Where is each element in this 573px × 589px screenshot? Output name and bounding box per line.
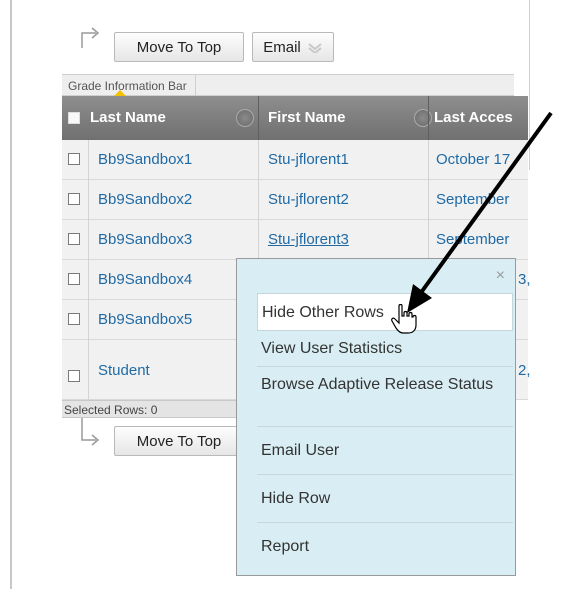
close-icon[interactable]: ×	[496, 267, 505, 285]
last-name-link[interactable]: Bb9Sandbox5	[98, 300, 192, 340]
table-row: Bb9Sandbox1 Stu-jflorent1 October 17	[62, 140, 528, 180]
column-header-last-access[interactable]: Last Acces	[434, 96, 513, 140]
sort-options-icon[interactable]	[236, 109, 254, 127]
first-name-link[interactable]: Stu-jflorent2	[268, 180, 349, 220]
row-checkbox[interactable]	[68, 313, 80, 325]
row-context-menu: × Hide Other Rows View User Statistics B…	[236, 258, 516, 576]
last-access-cell: September	[436, 231, 510, 248]
move-to-top-label: Move To Top	[136, 38, 222, 56]
last-access-cell: October 17	[436, 151, 511, 168]
last-access-cell: 2,	[518, 362, 531, 379]
last-access-cell: September	[436, 191, 510, 208]
first-name-link[interactable]: Stu-jflorent1	[268, 140, 349, 180]
last-name-link[interactable]: Bb9Sandbox4	[98, 260, 192, 300]
last-name-link[interactable]: Bb9Sandbox3	[98, 220, 192, 260]
row-checkbox[interactable]	[68, 233, 80, 245]
return-arrow-icon	[81, 418, 100, 446]
last-name-link[interactable]: Bb9Sandbox2	[98, 180, 192, 220]
menu-item-hide-row[interactable]: Hide Row	[257, 475, 513, 523]
menu-item-view-user-statistics[interactable]: View User Statistics	[257, 331, 513, 367]
hand-cursor-icon	[391, 304, 417, 334]
table-header: Last Name First Name Last Acces	[62, 96, 528, 140]
last-name-link[interactable]: Bb9Sandbox1	[98, 140, 192, 180]
grade-information-bar: Grade Information Bar	[62, 74, 514, 97]
first-name-link[interactable]: Stu-jflorent3	[268, 220, 349, 260]
select-all-checkbox[interactable]	[68, 112, 80, 124]
email-menu-button[interactable]: Email	[252, 32, 334, 62]
last-name-link[interactable]: Student	[98, 340, 150, 400]
menu-item-browse-adaptive-release-status[interactable]: Browse Adaptive Release Status	[257, 367, 513, 427]
column-divider	[258, 96, 259, 140]
move-to-top-button[interactable]: Move To Top	[114, 32, 244, 62]
return-arrow-icon	[81, 27, 100, 48]
menu-item-report[interactable]: Report	[257, 523, 513, 571]
table-row: Bb9Sandbox2 Stu-jflorent2 September	[62, 180, 528, 220]
move-to-top-button-bottom[interactable]: Move To Top	[114, 426, 244, 456]
column-header-last-name[interactable]: Last Name	[90, 96, 166, 140]
email-label: Email	[263, 38, 301, 56]
move-to-top-label: Move To Top	[136, 432, 222, 450]
row-checkbox[interactable]	[68, 273, 80, 285]
chevron-down-icon	[308, 43, 322, 53]
last-access-cell: 3,	[518, 271, 531, 288]
menu-item-hide-other-rows[interactable]: Hide Other Rows	[257, 293, 513, 331]
grade-information-bar-tab[interactable]: Grade Information Bar	[68, 75, 196, 97]
column-header-first-name[interactable]: First Name	[268, 96, 346, 140]
column-divider	[428, 96, 429, 140]
table-row: Bb9Sandbox3 Stu-jflorent3 September	[62, 220, 528, 260]
frame-border-left	[10, 0, 12, 589]
row-checkbox[interactable]	[68, 153, 80, 165]
menu-item-email-user[interactable]: Email User	[257, 427, 513, 475]
sort-options-icon[interactable]	[414, 109, 432, 127]
row-checkbox[interactable]	[68, 370, 80, 382]
row-checkbox[interactable]	[68, 193, 80, 205]
frame-border-right	[529, 0, 530, 170]
